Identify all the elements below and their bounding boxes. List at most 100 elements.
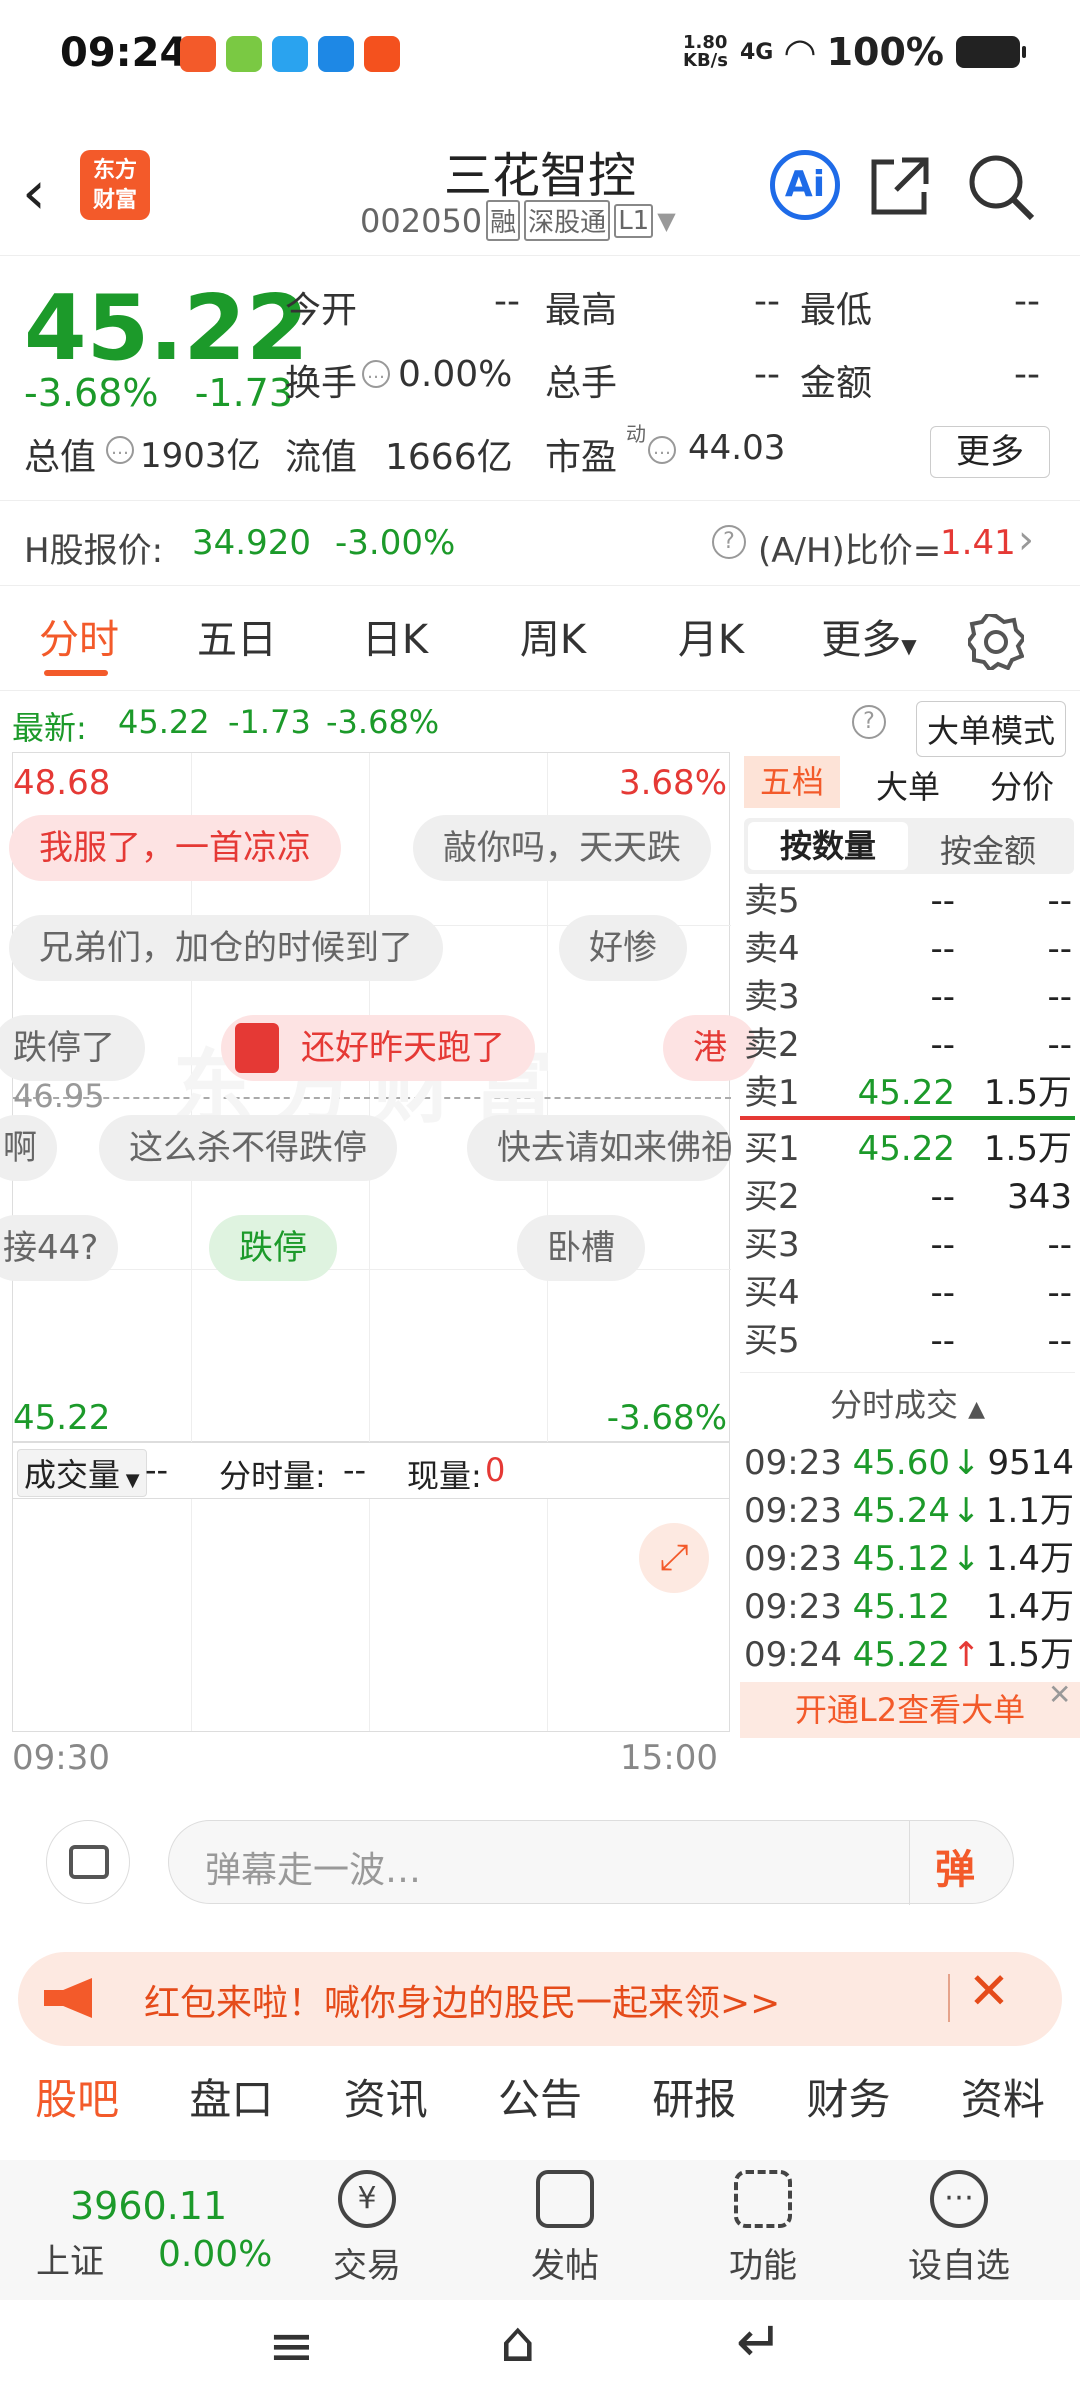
trades-title[interactable]: 分时成交 ▲ (740, 1380, 1075, 1426)
trade-icon: ¥ (338, 2170, 396, 2228)
close-icon[interactable]: ✕ (1048, 1678, 1071, 1711)
chevron-down-icon: ▼ (657, 206, 676, 235)
back-nav-icon[interactable]: ↵ (736, 2310, 783, 2375)
danmu-send-button[interactable]: 弹 (935, 1837, 975, 1895)
tab-5day[interactable]: 五日 (158, 590, 316, 690)
tab-five-level[interactable]: 五档 (744, 756, 840, 808)
tab-announcements[interactable]: 公告 (498, 2066, 582, 2156)
edit-icon (536, 2170, 594, 2228)
tab-financials[interactable]: 财务 (807, 2066, 891, 2156)
danmu-bubble[interactable]: 敲你吗，天天跌 (413, 815, 711, 881)
danmu-input[interactable]: 弹幕走一波… 弹 (168, 1820, 1014, 1905)
ask-row: 卖1 45.22 1.5万 (740, 1070, 1075, 1116)
danmu-bubble[interactable]: 兄弟们，加仓的时候到了 (9, 915, 443, 981)
level-price: -- (930, 1321, 955, 1361)
level-label: 卖1 (744, 1073, 800, 1113)
bottom-pct-label: -3.68% (606, 1398, 727, 1438)
app-notification-icon (272, 36, 308, 72)
top-pct-label: 3.68% (618, 763, 727, 803)
trade-row: 09:23 45.12 1.4万 (740, 1584, 1075, 1630)
function-button[interactable]: 功能 (688, 2170, 838, 2287)
ai-button[interactable]: Ai (770, 150, 840, 220)
share-icon[interactable] (868, 154, 932, 218)
more-button[interactable]: 更多 (930, 426, 1050, 478)
amount-label: 金额 (800, 363, 873, 404)
danmu-bubble[interactable]: 我服了，一首凉凉 (9, 815, 341, 881)
tab-price-dist[interactable]: 分价 (990, 762, 1054, 808)
h-share-pct: -3.00% (335, 523, 456, 563)
tab-monthly-k[interactable]: 月K (632, 590, 790, 690)
function-label: 功能 (729, 2246, 797, 2286)
amount-value: -- (1014, 354, 1040, 395)
l2-banner[interactable]: 开通L2查看大单 (740, 1682, 1080, 1738)
grid-line (369, 1499, 370, 1731)
danmu-bubble[interactable]: 啊 (0, 1115, 57, 1181)
divider (948, 1974, 950, 2022)
danmu-settings-icon[interactable] (46, 1820, 130, 1904)
level-tag: L1 (614, 203, 654, 238)
trade-time: 09:24 (744, 1635, 842, 1675)
volume-select[interactable]: 成交量 ▼ (17, 1449, 147, 1497)
danmu-bubble[interactable]: 跌停了 (0, 1015, 145, 1081)
battery-percent: 100% (826, 30, 944, 74)
tab-forum[interactable]: 股吧 (35, 2066, 119, 2156)
close-icon[interactable]: ✕ (968, 1962, 1010, 2020)
level-label: 买3 (744, 1225, 800, 1265)
stock-code-row[interactable]: 002050 融 深股通 L1 ▼ (360, 200, 676, 241)
tab-by-amount[interactable]: 按金额 (940, 826, 1036, 872)
tab-more-label: 更多 (821, 617, 902, 663)
level-label: 卖4 (744, 929, 800, 969)
change-amount: -1.73 (194, 371, 294, 415)
tab-orderbook[interactable]: 盘口 (189, 2066, 273, 2156)
info-icon[interactable]: … (106, 436, 134, 464)
danmu-bubble[interactable]: 卧槽 (517, 1215, 645, 1281)
app-notification-icon (226, 36, 262, 72)
trade-time: 09:23 (744, 1491, 842, 1531)
search-icon[interactable] (966, 152, 1036, 222)
level-price: -- (930, 1025, 955, 1065)
tab-profile[interactable]: 资料 (961, 2066, 1045, 2156)
home-icon[interactable]: ⌂ (500, 2310, 536, 2375)
help-icon[interactable]: ? (852, 705, 886, 739)
tab-research[interactable]: 研报 (652, 2066, 736, 2156)
danmu-bubble[interactable]: 接44? (0, 1215, 119, 1281)
tab-by-quantity[interactable]: 按数量 (748, 822, 908, 870)
info-icon[interactable]: … (648, 436, 676, 464)
level-label: 买5 (744, 1321, 800, 1361)
danmu-bubble[interactable]: 好惨 (559, 915, 687, 981)
status-right: 1.80 KB/s 4G ◠ 100% (683, 30, 1026, 74)
menu-icon[interactable]: ≡ (268, 2314, 315, 2379)
level-label: 卖5 (744, 881, 800, 921)
trade-time: 09:23 (744, 1587, 842, 1627)
tab-more[interactable]: 更多▼ (790, 590, 948, 690)
ask-row: 卖4 -- -- (740, 926, 1075, 972)
tab-news[interactable]: 资讯 (344, 2066, 428, 2156)
intraday-chart[interactable]: 东方财富 48.68 3.68% 46.95 45.22 -3.68% 我服了，… (0, 752, 757, 1443)
big-order-mode-button[interactable]: 大单模式 (915, 701, 1066, 757)
pe-sup: 动 (626, 422, 646, 446)
turnover-label: 换手 (285, 363, 358, 404)
connect-tag: 深股通 (524, 200, 611, 241)
tab-daily-k[interactable]: 日K (316, 590, 474, 690)
level-price: -- (930, 1225, 955, 1265)
danmu-bubble[interactable]: 这么杀不得跌停 (99, 1115, 397, 1181)
trade-volume: 1.4万 (985, 1587, 1074, 1627)
info-icon[interactable]: … (362, 360, 390, 388)
divider (909, 1821, 910, 1905)
promo-banner[interactable]: 红包来啦！喊你身边的股民一起来领>> ✕ (18, 1952, 1062, 2046)
tab-big-order[interactable]: 大单 (876, 762, 940, 808)
add-watchlist-button[interactable]: ⋯ 设自选 (884, 2170, 1034, 2287)
level-volume: 1.5万 (983, 1129, 1072, 1169)
mktcap-value: 1903亿 (140, 436, 261, 476)
post-button[interactable]: 发帖 (490, 2170, 640, 2287)
gear-icon[interactable] (968, 614, 1024, 670)
h-share-row[interactable]: H股报价: 34.920 -3.00% ? (A/H)比价= 1.41 › (0, 500, 1080, 586)
tab-weekly-k[interactable]: 周K (474, 590, 632, 690)
danmu-bubble[interactable]: 跌停 (209, 1215, 337, 1281)
danmu-bubble[interactable]: 快去请如来佛祖 (467, 1115, 731, 1181)
caret-up-icon: ▲ (968, 1397, 986, 1422)
expand-icon[interactable]: ⤢ (639, 1523, 709, 1593)
trade-row: 09:23 45.12 ↓ 1.4万 (740, 1536, 1075, 1582)
trade-button[interactable]: ¥ 交易 (292, 2170, 442, 2287)
help-icon[interactable]: ? (712, 525, 746, 559)
